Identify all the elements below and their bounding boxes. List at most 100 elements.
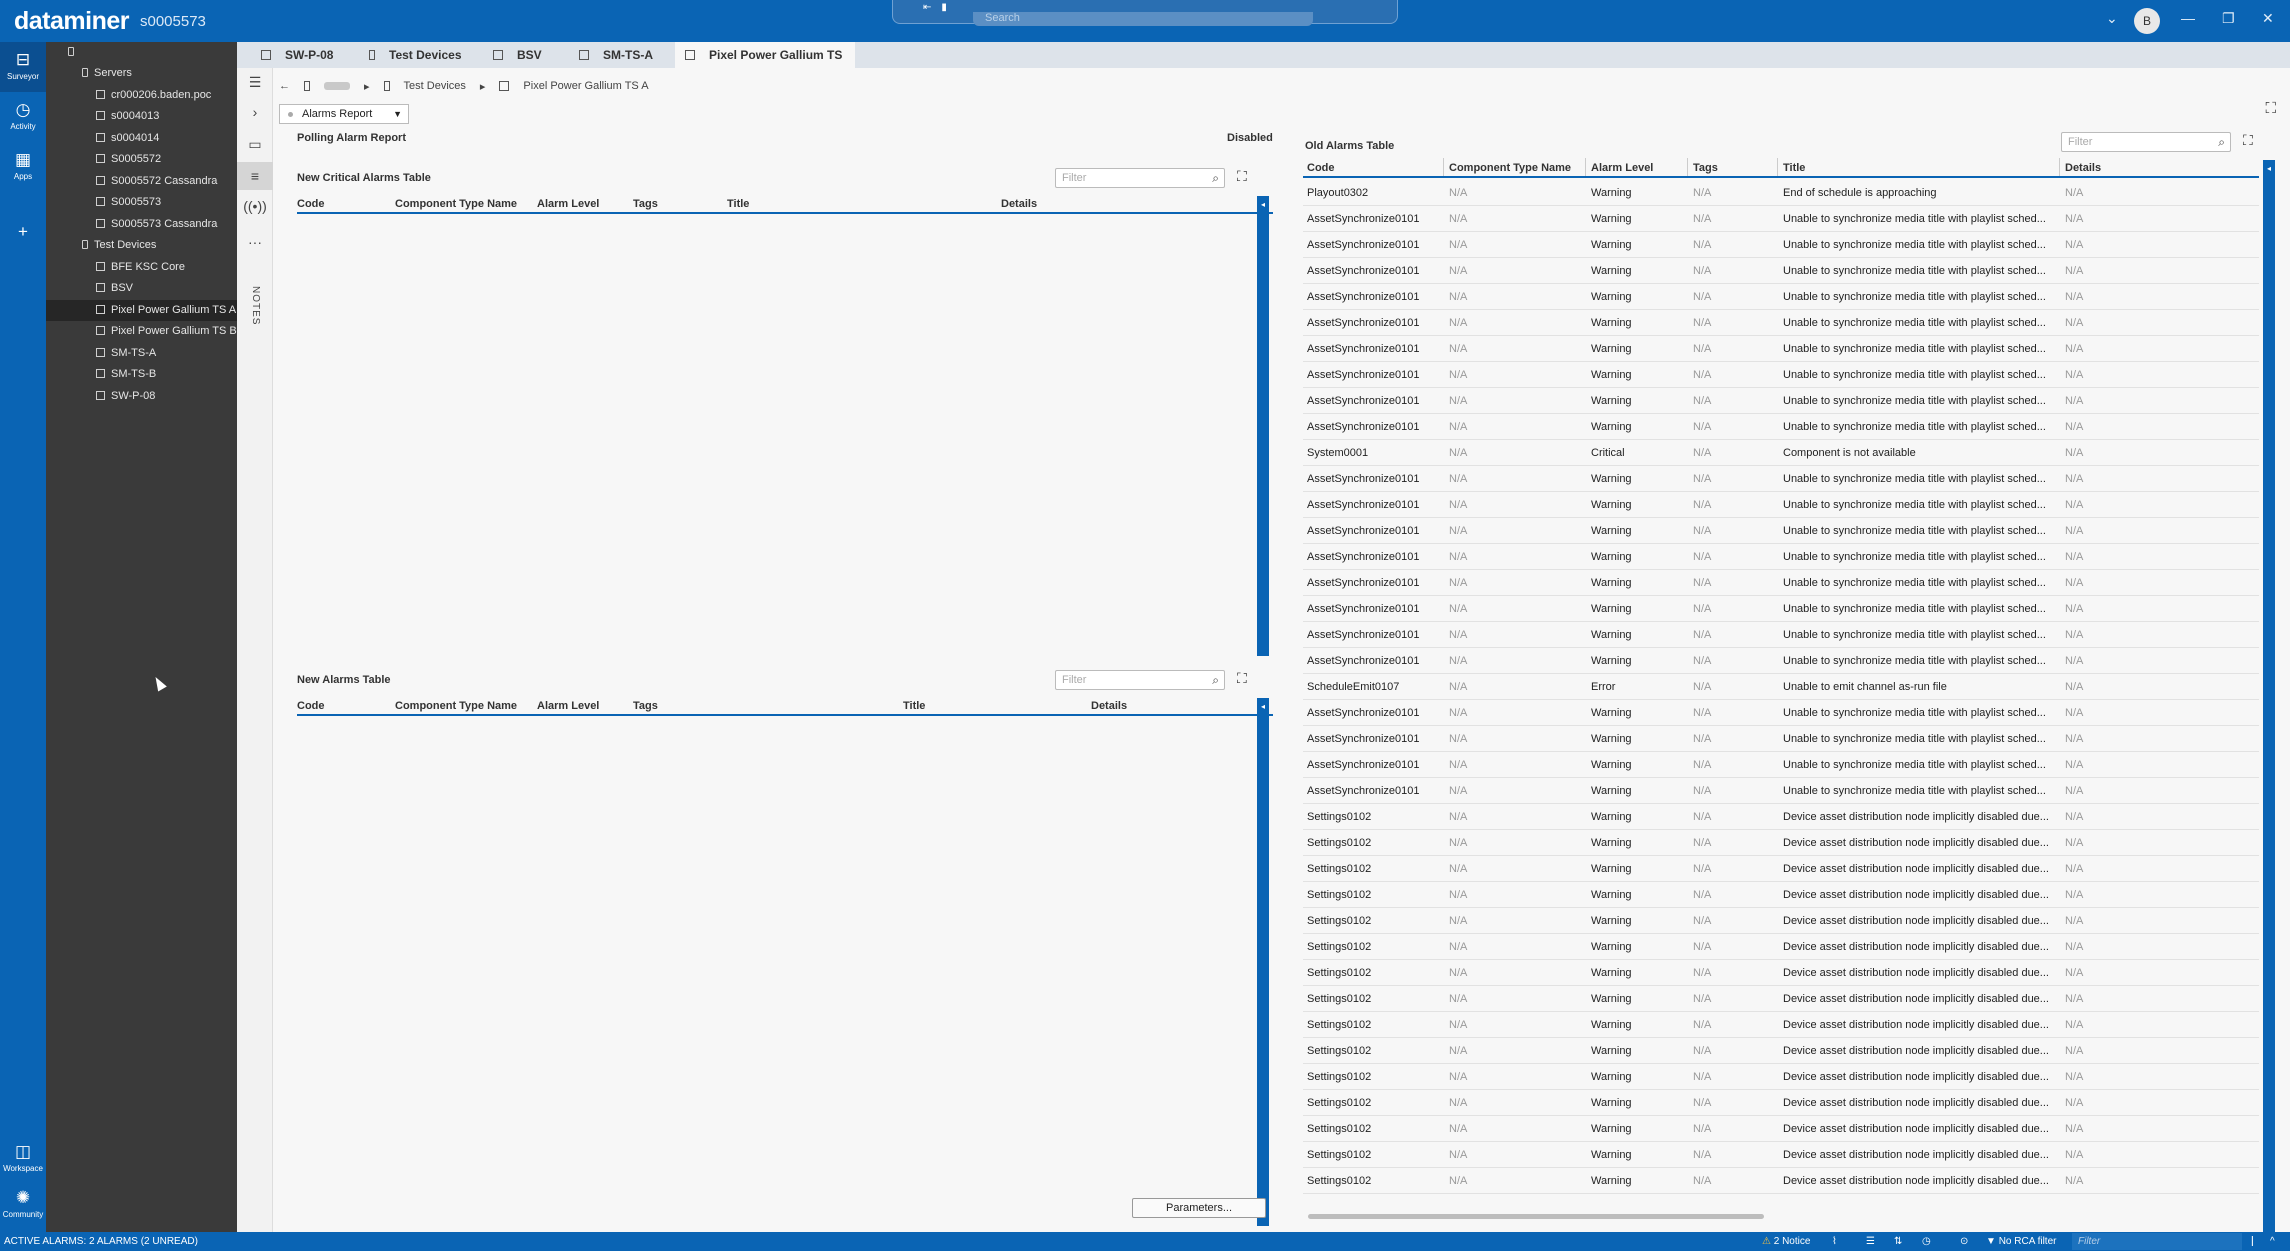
column-header[interactable]: Title	[903, 700, 925, 712]
avatar[interactable]: B	[2134, 8, 2160, 34]
more-icon[interactable]: ···	[237, 228, 273, 256]
column-divider[interactable]	[1585, 158, 1586, 176]
nav-apps[interactable]: ▦ Apps	[0, 142, 46, 192]
column-divider[interactable]	[2059, 158, 2060, 176]
table-row[interactable]: AssetSynchronize0101 N/A Warning N/A Unable …	[1303, 778, 2259, 804]
table-row[interactable]: AssetSynchronize0101 N/A Warning N/A Unable …	[1303, 596, 2259, 622]
horizontal-scrollbar[interactable]	[1308, 1214, 1764, 1219]
search-input[interactable]: Search	[973, 12, 1313, 26]
table-row[interactable]: AssetSynchronize0101 N/A Warning N/A Unable …	[1303, 258, 2259, 284]
tab-sw-p-08[interactable]: SW-P-08	[251, 42, 359, 68]
scroll-icon[interactable]: ⎸	[2252, 1232, 2262, 1251]
column-header[interactable]: Tags	[1693, 162, 1718, 174]
table-row[interactable]: AssetSynchronize0101 N/A Warning N/A Unable …	[1303, 336, 2259, 362]
tree-element[interactable]: S0005573 Cassandra	[96, 214, 217, 235]
tree-element[interactable]: s0004013	[96, 106, 159, 127]
notes-tab[interactable]: NOTES	[250, 286, 261, 346]
table-row[interactable]: Settings0102 N/A Warning N/A Device asset di…	[1303, 986, 2259, 1012]
status-filter-input[interactable]: Filter	[2072, 1233, 2242, 1250]
nav-community[interactable]: ✺ Community	[0, 1180, 46, 1230]
monitor-icon[interactable]: ▭	[237, 130, 273, 158]
table-row[interactable]: Settings0102 N/A Warning N/A Device asset di…	[1303, 960, 2259, 986]
tab-pixel-power-gallium-ts-a[interactable]: Pixel Power Gallium TS A✕	[675, 42, 855, 89]
table-row[interactable]: AssetSynchronize0101 N/A Warning N/A Unable …	[1303, 648, 2259, 674]
tree-element[interactable]: S0005573	[96, 192, 161, 213]
column-header[interactable]: Code	[297, 198, 325, 210]
critical-table-sidebar[interactable]: ◂	[1257, 196, 1269, 656]
table-row[interactable]: Settings0102 N/A Warning N/A Device asset di…	[1303, 804, 2259, 830]
table-row[interactable]: Settings0102 N/A Warning N/A Device asset di…	[1303, 882, 2259, 908]
column-header[interactable]: Component Type Name	[1449, 162, 1571, 174]
column-header[interactable]: Title	[727, 198, 749, 210]
column-header[interactable]: Details	[2065, 162, 2101, 174]
table-row[interactable]: Settings0102 N/A Warning N/A Device asset di…	[1303, 1012, 2259, 1038]
column-header[interactable]: Tags	[633, 700, 658, 712]
close-icon[interactable]: ✕	[2262, 10, 2274, 27]
search-panel[interactable]: ⇤ ▮ Search	[892, 0, 1398, 26]
column-header[interactable]: Alarm Level	[537, 700, 599, 712]
list-view-icon[interactable]: ☰	[1866, 1232, 1875, 1251]
table-row[interactable]: Settings0102 N/A Warning N/A Device asset di…	[1303, 1064, 2259, 1090]
nav-surveyor[interactable]: ⊟ Surveyor	[0, 42, 46, 92]
critical-filter-input[interactable]: Filter ⌕	[1055, 168, 1225, 188]
clock-icon[interactable]: ◷	[1922, 1232, 1931, 1251]
sliders-icon[interactable]: ≡	[237, 162, 273, 190]
breadcrumb-element[interactable]: Pixel Power Gallium TS A	[523, 80, 648, 92]
column-header[interactable]: Code	[1307, 162, 1335, 174]
tree-element[interactable]: cr000206.baden.poc	[96, 85, 211, 106]
column-header[interactable]: Details	[1091, 700, 1127, 712]
expand-icon[interactable]: ⛶	[1237, 168, 1247, 185]
nav-activity[interactable]: ◷ Activity	[0, 92, 46, 142]
table-row[interactable]: AssetSynchronize0101 N/A Warning N/A Unable …	[1303, 622, 2259, 648]
table-row[interactable]: AssetSynchronize0101 N/A Warning N/A Unable …	[1303, 310, 2259, 336]
table-row[interactable]: Settings0102 N/A Warning N/A Device asset di…	[1303, 1116, 2259, 1142]
tree-element[interactable]: Pixel Power Gallium TS B	[96, 321, 237, 342]
tree-element[interactable]: BFE KSC Core	[96, 257, 185, 278]
rca-filter[interactable]: ▼ No RCA filter	[1986, 1232, 2056, 1251]
table-row[interactable]: Settings0102 N/A Warning N/A Device asset di…	[1303, 856, 2259, 882]
table-row[interactable]: Settings0102 N/A Warning N/A Device asset di…	[1303, 830, 2259, 856]
column-header[interactable]: Code	[297, 700, 325, 712]
tree-element[interactable]: SM-TS-A	[96, 343, 156, 364]
tree-element[interactable]: S0005572 Cassandra	[96, 171, 217, 192]
breadcrumb-view[interactable]: Test Devices	[404, 80, 466, 92]
sort-icon[interactable]: ⇅	[1894, 1232, 1902, 1251]
table-row[interactable]: Playout0302 N/A Warning N/A End of schedule …	[1303, 180, 2259, 206]
expand-icon[interactable]: ⛶	[1237, 670, 1247, 687]
table-row[interactable]: AssetSynchronize0101 N/A Warning N/A Unable …	[1303, 206, 2259, 232]
table-row[interactable]: Settings0102 N/A Warning N/A Device asset di…	[1303, 1142, 2259, 1168]
chevron-right-icon[interactable]: ›	[237, 98, 273, 126]
broadcast-icon[interactable]: ((•))	[237, 192, 273, 220]
new-alarms-sidebar[interactable]: ◂	[1257, 698, 1269, 1226]
old-alarms-sidebar[interactable]: ◂	[2263, 160, 2275, 1251]
column-header[interactable]: Alarm Level	[537, 198, 599, 210]
table-row[interactable]: AssetSynchronize0101 N/A Warning N/A Unable …	[1303, 518, 2259, 544]
column-header[interactable]: Title	[1783, 162, 1805, 174]
table-row[interactable]: AssetSynchronize0101 N/A Warning N/A Unable …	[1303, 284, 2259, 310]
tree-element[interactable]: S0005572	[96, 149, 161, 170]
table-row[interactable]: AssetSynchronize0101 N/A Warning N/A Unable …	[1303, 232, 2259, 258]
add-button[interactable]: +	[0, 214, 46, 264]
chevron-up-icon[interactable]: ^	[2270, 1232, 2275, 1251]
table-row[interactable]: Settings0102 N/A Warning N/A Device asset di…	[1303, 1038, 2259, 1064]
target-icon[interactable]: ⊙	[1960, 1232, 1968, 1251]
tab-sm-ts-a[interactable]: SM-TS-A	[569, 42, 675, 68]
table-row[interactable]: AssetSynchronize0101 N/A Warning N/A Unable …	[1303, 726, 2259, 752]
menu-icon[interactable]: ☰	[237, 68, 273, 96]
column-divider[interactable]	[1443, 158, 1444, 176]
table-row[interactable]: Settings0102 N/A Warning N/A Device asset di…	[1303, 934, 2259, 960]
column-header[interactable]: Component Type Name	[395, 198, 517, 210]
tree-view-test-devices[interactable]: Test Devices	[82, 235, 156, 256]
table-row[interactable]: Settings0102 N/A Warning N/A Device asset di…	[1303, 908, 2259, 934]
chevron-down-icon[interactable]: ⌄	[2106, 10, 2118, 27]
tree-element[interactable]: BSV	[96, 278, 133, 299]
table-row[interactable]: Settings0102 N/A Warning N/A Device asset di…	[1303, 1090, 2259, 1116]
column-header[interactable]: Alarm Level	[1591, 162, 1653, 174]
tab-test-devices[interactable]: Test Devices	[359, 42, 483, 68]
table-row[interactable]: AssetSynchronize0101 N/A Warning N/A Unable …	[1303, 492, 2259, 518]
expand-icon[interactable]: ⛶	[2243, 132, 2253, 149]
nav-workspace[interactable]: ◫ Workspace	[0, 1134, 46, 1184]
parameters-button[interactable]: Parameters...	[1132, 1198, 1266, 1218]
table-row[interactable]: System0001 N/A Critical N/A Component is not…	[1303, 440, 2259, 466]
back-arrow-icon[interactable]: ←	[279, 80, 290, 92]
